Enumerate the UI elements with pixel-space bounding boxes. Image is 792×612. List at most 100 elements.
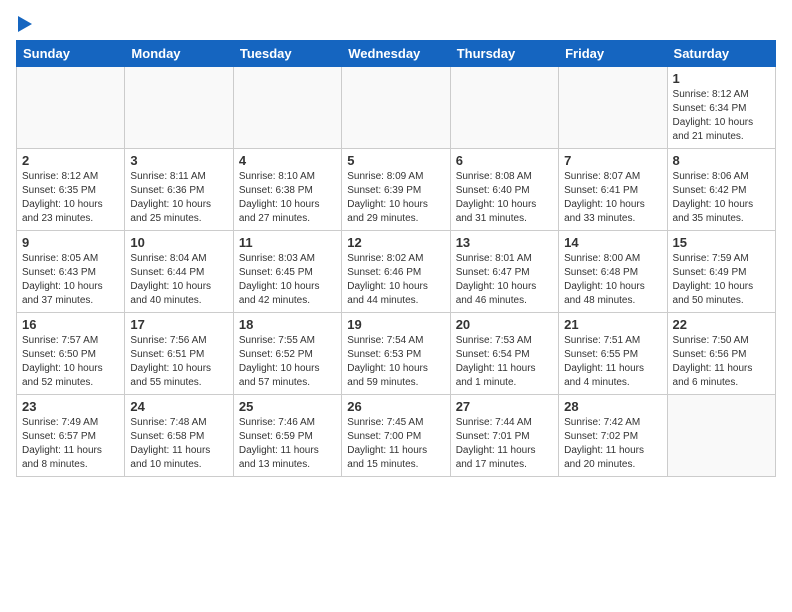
day-number: 22 (673, 317, 770, 332)
day-header-wednesday: Wednesday (342, 41, 450, 67)
day-header-sunday: Sunday (17, 41, 125, 67)
day-info: Sunrise: 7:53 AM Sunset: 6:54 PM Dayligh… (456, 334, 553, 390)
calendar-header-row: SundayMondayTuesdayWednesdayThursdayFrid… (17, 41, 776, 67)
day-number: 12 (347, 235, 444, 250)
calendar-cell: 20 Sunrise: 7:53 AM Sunset: 6:54 PM Dayli… (450, 313, 558, 395)
day-info: Sunrise: 7:48 AM Sunset: 6:58 PM Dayligh… (130, 416, 227, 472)
calendar-week-row: 2 Sunrise: 8:12 AM Sunset: 6:35 PM Daylig… (17, 149, 776, 231)
calendar-cell: 21 Sunrise: 7:51 AM Sunset: 6:55 PM Dayli… (559, 313, 667, 395)
day-info: Sunrise: 8:10 AM Sunset: 6:38 PM Dayligh… (239, 170, 336, 226)
day-info: Sunrise: 8:04 AM Sunset: 6:44 PM Dayligh… (130, 252, 227, 308)
calendar-cell: 14 Sunrise: 8:00 AM Sunset: 6:48 PM Dayli… (559, 231, 667, 313)
calendar-cell: 3 Sunrise: 8:11 AM Sunset: 6:36 PM Daylig… (125, 149, 233, 231)
day-info: Sunrise: 8:12 AM Sunset: 6:34 PM Dayligh… (673, 88, 770, 144)
day-info: Sunrise: 7:56 AM Sunset: 6:51 PM Dayligh… (130, 334, 227, 390)
day-number: 3 (130, 153, 227, 168)
calendar-cell: 2 Sunrise: 8:12 AM Sunset: 6:35 PM Daylig… (17, 149, 125, 231)
day-number: 6 (456, 153, 553, 168)
day-number: 1 (673, 71, 770, 86)
calendar-cell (667, 395, 775, 477)
calendar-table: SundayMondayTuesdayWednesdayThursdayFrid… (16, 40, 776, 477)
calendar-cell: 17Sunrise: 7:56 AM Sunset: 6:51 PM Dayli… (125, 313, 233, 395)
day-number: 23 (22, 399, 119, 414)
calendar-cell: 11 Sunrise: 8:03 AM Sunset: 6:45 PM Dayli… (233, 231, 341, 313)
day-info: Sunrise: 7:46 AM Sunset: 6:59 PM Dayligh… (239, 416, 336, 472)
day-info: Sunrise: 7:49 AM Sunset: 6:57 PM Dayligh… (22, 416, 119, 472)
day-info: Sunrise: 7:44 AM Sunset: 7:01 PM Dayligh… (456, 416, 553, 472)
day-info: Sunrise: 7:57 AM Sunset: 6:50 PM Dayligh… (22, 334, 119, 390)
day-number: 10 (130, 235, 227, 250)
calendar-cell (233, 67, 341, 149)
day-info: Sunrise: 7:42 AM Sunset: 7:02 PM Dayligh… (564, 416, 661, 472)
calendar-cell: 13Sunrise: 8:01 AM Sunset: 6:47 PM Dayli… (450, 231, 558, 313)
day-number: 26 (347, 399, 444, 414)
day-info: Sunrise: 8:03 AM Sunset: 6:45 PM Dayligh… (239, 252, 336, 308)
day-info: Sunrise: 8:06 AM Sunset: 6:42 PM Dayligh… (673, 170, 770, 226)
calendar-cell: 26 Sunrise: 7:45 AM Sunset: 7:00 PM Dayli… (342, 395, 450, 477)
day-number: 16 (22, 317, 119, 332)
day-info: Sunrise: 7:55 AM Sunset: 6:52 PM Dayligh… (239, 334, 336, 390)
day-number: 11 (239, 235, 336, 250)
page-header (16, 16, 776, 32)
day-info: Sunrise: 7:59 AM Sunset: 6:49 PM Dayligh… (673, 252, 770, 308)
day-header-friday: Friday (559, 41, 667, 67)
day-number: 14 (564, 235, 661, 250)
calendar-cell (450, 67, 558, 149)
day-number: 7 (564, 153, 661, 168)
calendar-cell: 15 Sunrise: 7:59 AM Sunset: 6:49 PM Dayli… (667, 231, 775, 313)
day-info: Sunrise: 8:05 AM Sunset: 6:43 PM Dayligh… (22, 252, 119, 308)
calendar-cell: 19 Sunrise: 7:54 AM Sunset: 6:53 PM Dayli… (342, 313, 450, 395)
calendar-cell (559, 67, 667, 149)
day-header-saturday: Saturday (667, 41, 775, 67)
day-number: 13 (456, 235, 553, 250)
day-number: 8 (673, 153, 770, 168)
calendar-cell: 8 Sunrise: 8:06 AM Sunset: 6:42 PM Daylig… (667, 149, 775, 231)
day-info: Sunrise: 8:11 AM Sunset: 6:36 PM Dayligh… (130, 170, 227, 226)
calendar-cell: 6 Sunrise: 8:08 AM Sunset: 6:40 PM Daylig… (450, 149, 558, 231)
logo (16, 16, 32, 32)
calendar-cell (125, 67, 233, 149)
calendar-cell: 4Sunrise: 8:10 AM Sunset: 6:38 PM Daylig… (233, 149, 341, 231)
day-number: 25 (239, 399, 336, 414)
day-number: 5 (347, 153, 444, 168)
day-info: Sunrise: 8:02 AM Sunset: 6:46 PM Dayligh… (347, 252, 444, 308)
calendar-cell: 7Sunrise: 8:07 AM Sunset: 6:41 PM Daylig… (559, 149, 667, 231)
calendar-cell: 27 Sunrise: 7:44 AM Sunset: 7:01 PM Dayli… (450, 395, 558, 477)
day-number: 20 (456, 317, 553, 332)
day-info: Sunrise: 7:51 AM Sunset: 6:55 PM Dayligh… (564, 334, 661, 390)
calendar-week-row: 23 Sunrise: 7:49 AM Sunset: 6:57 PM Dayli… (17, 395, 776, 477)
calendar-week-row: 9 Sunrise: 8:05 AM Sunset: 6:43 PM Daylig… (17, 231, 776, 313)
day-number: 28 (564, 399, 661, 414)
calendar-cell: 25 Sunrise: 7:46 AM Sunset: 6:59 PM Dayli… (233, 395, 341, 477)
day-number: 24 (130, 399, 227, 414)
day-header-tuesday: Tuesday (233, 41, 341, 67)
day-number: 21 (564, 317, 661, 332)
day-header-monday: Monday (125, 41, 233, 67)
day-header-thursday: Thursday (450, 41, 558, 67)
day-info: Sunrise: 7:45 AM Sunset: 7:00 PM Dayligh… (347, 416, 444, 472)
calendar-cell: 9 Sunrise: 8:05 AM Sunset: 6:43 PM Daylig… (17, 231, 125, 313)
day-info: Sunrise: 8:08 AM Sunset: 6:40 PM Dayligh… (456, 170, 553, 226)
calendar-cell: 5 Sunrise: 8:09 AM Sunset: 6:39 PM Daylig… (342, 149, 450, 231)
calendar-cell: 23 Sunrise: 7:49 AM Sunset: 6:57 PM Dayli… (17, 395, 125, 477)
calendar-cell: 24 Sunrise: 7:48 AM Sunset: 6:58 PM Dayli… (125, 395, 233, 477)
day-info: Sunrise: 8:00 AM Sunset: 6:48 PM Dayligh… (564, 252, 661, 308)
calendar-week-row: 1 Sunrise: 8:12 AM Sunset: 6:34 PM Daylig… (17, 67, 776, 149)
day-number: 18 (239, 317, 336, 332)
day-number: 15 (673, 235, 770, 250)
calendar-cell (17, 67, 125, 149)
day-number: 27 (456, 399, 553, 414)
logo-arrow-icon (18, 16, 32, 32)
day-info: Sunrise: 7:54 AM Sunset: 6:53 PM Dayligh… (347, 334, 444, 390)
day-info: Sunrise: 8:09 AM Sunset: 6:39 PM Dayligh… (347, 170, 444, 226)
calendar-cell: 16 Sunrise: 7:57 AM Sunset: 6:50 PM Dayli… (17, 313, 125, 395)
day-number: 9 (22, 235, 119, 250)
day-number: 2 (22, 153, 119, 168)
calendar-cell: 28 Sunrise: 7:42 AM Sunset: 7:02 PM Dayli… (559, 395, 667, 477)
day-info: Sunrise: 8:12 AM Sunset: 6:35 PM Dayligh… (22, 170, 119, 226)
calendar-cell: 18 Sunrise: 7:55 AM Sunset: 6:52 PM Dayli… (233, 313, 341, 395)
calendar-cell: 1 Sunrise: 8:12 AM Sunset: 6:34 PM Daylig… (667, 67, 775, 149)
day-number: 19 (347, 317, 444, 332)
calendar-cell: 22 Sunrise: 7:50 AM Sunset: 6:56 PM Dayli… (667, 313, 775, 395)
day-info: Sunrise: 7:50 AM Sunset: 6:56 PM Dayligh… (673, 334, 770, 390)
